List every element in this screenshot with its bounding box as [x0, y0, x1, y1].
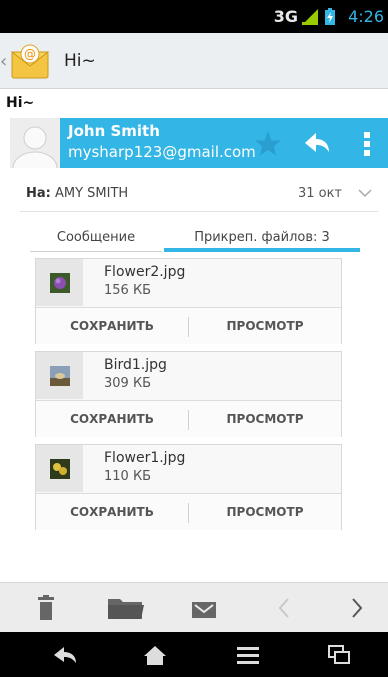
attachment-thumbnail[interactable]: [36, 445, 83, 492]
attachment-item: Bird1.jpg 309 КБ СОХРАНИТЬ ПРОСМОТР: [35, 351, 342, 437]
attachment-actions: СОХРАНИТЬ ПРОСМОТР: [36, 400, 341, 437]
message-subject: Hi~: [6, 95, 35, 111]
battery-icon: [325, 8, 335, 25]
attachment-size: 309 КБ: [104, 376, 152, 391]
tab-attachments-label: Прикреп. файлов: 3: [194, 230, 330, 245]
image-thumbnail-icon: [50, 459, 70, 479]
back-icon[interactable]: [52, 644, 78, 666]
sender-name: John Smith: [68, 122, 160, 140]
clock: 4:26: [348, 7, 384, 26]
save-button[interactable]: СОХРАНИТЬ: [36, 308, 188, 345]
attachment-size: 156 КБ: [104, 283, 152, 298]
chevron-down-icon[interactable]: [358, 188, 372, 198]
message-tabs: Сообщение Прикреп. файлов: 3: [30, 226, 360, 252]
save-button[interactable]: СОХРАНИТЬ: [36, 401, 188, 438]
bottom-action-bar: [0, 582, 388, 632]
attachment-actions: СОХРАНИТЬ ПРОСМОТР: [36, 493, 341, 530]
recent-apps-icon[interactable]: [326, 644, 352, 666]
page-title: Hi~: [64, 51, 96, 71]
attachment-thumbnail[interactable]: [36, 259, 83, 306]
attachment-name: Flower2.jpg: [104, 264, 186, 280]
network-type: 3G: [273, 7, 298, 26]
message-date: 31 окт: [297, 186, 342, 201]
attachment-name: Flower1.jpg: [104, 450, 186, 466]
person-icon: [10, 118, 60, 168]
save-button[interactable]: СОХРАНИТЬ: [36, 494, 188, 531]
view-button[interactable]: ПРОСМОТР: [189, 494, 341, 531]
system-nav-bar: [0, 632, 388, 677]
tab-attachments[interactable]: Прикреп. файлов: 3: [164, 226, 360, 252]
action-bar: ‹ @ Hi~: [0, 33, 388, 89]
star-icon[interactable]: [254, 130, 282, 158]
view-button[interactable]: ПРОСМОТР: [189, 308, 341, 345]
attachment-size: 110 КБ: [104, 469, 152, 484]
sender-header: John Smith mysharp123@gmail.com: [10, 118, 388, 168]
menu-icon[interactable]: [235, 644, 261, 666]
attachment-item: Flower2.jpg 156 КБ СОХРАНИТЬ ПРОСМОТР: [35, 258, 342, 344]
image-thumbnail-icon: [50, 273, 70, 293]
trash-icon[interactable]: [32, 595, 60, 621]
status-bar: 3G 4:26: [0, 0, 388, 33]
envelope-icon[interactable]: [190, 595, 218, 621]
attachment-item: Flower1.jpg 110 КБ СОХРАНИТЬ ПРОСМОТР: [35, 444, 342, 530]
to-value: AMY SMITH: [55, 186, 129, 201]
chevron-right-icon[interactable]: [343, 595, 371, 621]
image-thumbnail-icon: [50, 366, 70, 386]
tab-message-label: Сообщение: [56, 230, 136, 245]
svg-text:@: @: [24, 47, 36, 61]
avatar: [10, 118, 60, 168]
reply-icon[interactable]: [303, 131, 331, 155]
sender-email: mysharp123@gmail.com: [68, 143, 256, 161]
recipient-row[interactable]: На: AMY SMITH 31 окт: [20, 178, 378, 212]
chevron-left-icon[interactable]: [270, 595, 298, 621]
attachment-name: Bird1.jpg: [104, 357, 167, 373]
attachment-thumbnail[interactable]: [36, 352, 83, 399]
view-button[interactable]: ПРОСМОТР: [189, 401, 341, 438]
attachment-actions: СОХРАНИТЬ ПРОСМОТР: [36, 307, 341, 344]
overflow-menu-icon[interactable]: [360, 130, 374, 158]
folder-icon[interactable]: [108, 595, 144, 621]
recipient: На: AMY SMITH: [26, 186, 128, 201]
up-chevron-icon[interactable]: ‹: [0, 51, 7, 72]
signal-icon: [302, 9, 318, 25]
tab-message[interactable]: Сообщение: [30, 226, 162, 252]
to-label: На:: [26, 186, 51, 201]
email-app-icon[interactable]: @: [10, 42, 50, 80]
home-icon[interactable]: [142, 644, 168, 666]
